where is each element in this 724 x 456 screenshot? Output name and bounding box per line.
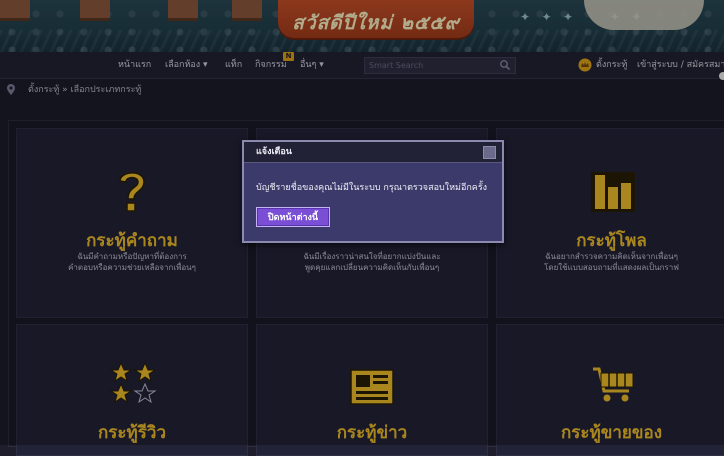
dialog-header: แจ้งเตือน	[244, 142, 502, 163]
alert-dialog: แจ้งเตือน บัญชีรายชื่อของคุณไม่มีในระบบ …	[242, 140, 504, 243]
close-window-button[interactable]: ปิดหน้าต่างนี้	[256, 207, 330, 227]
close-icon[interactable]	[483, 146, 496, 159]
dialog-title: แจ้งเตือน	[256, 147, 292, 157]
dialog-message: บัญชีรายชื่อของคุณไม่มีในระบบ กรุณาตรวจส…	[256, 183, 488, 193]
